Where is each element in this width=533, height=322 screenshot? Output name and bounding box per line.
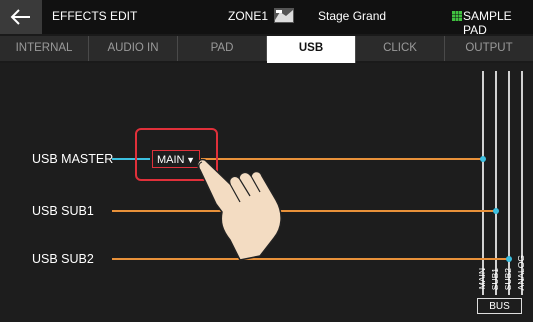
kit-image-icon bbox=[274, 8, 294, 23]
bus-label-sub1: SUB1 bbox=[490, 268, 500, 291]
tab-bar: INTERNAL AUDIO IN PAD USB CLICK OUTPUT bbox=[0, 36, 533, 63]
usb-sub2-node bbox=[506, 256, 512, 262]
pointing-hand-icon bbox=[197, 158, 282, 261]
row-label-usb-master: USB MASTER bbox=[32, 152, 114, 166]
zone-label: ZONE1 bbox=[228, 9, 269, 23]
grid-icon bbox=[452, 11, 462, 21]
back-arrow-icon bbox=[10, 9, 30, 25]
usb-master-node bbox=[480, 156, 486, 162]
row-label-usb-sub1: USB SUB1 bbox=[32, 204, 94, 218]
row-label-usb-sub2: USB SUB2 bbox=[32, 252, 94, 266]
tab-usb[interactable]: USB bbox=[267, 36, 356, 63]
tab-internal[interactable]: INTERNAL bbox=[0, 36, 89, 61]
back-button[interactable] bbox=[0, 0, 42, 34]
tab-click[interactable]: CLICK bbox=[356, 36, 445, 61]
tab-output[interactable]: OUTPUT bbox=[445, 36, 533, 61]
usb-sub1-node bbox=[493, 208, 499, 214]
bus-label-sub2: SUB2 bbox=[503, 268, 513, 291]
sample-pad-label: SAMPLE PAD bbox=[463, 9, 512, 37]
bus-label-box: BUS bbox=[477, 298, 522, 314]
kit-name: Stage Grand bbox=[318, 9, 387, 23]
screen-title: EFFECTS EDIT bbox=[52, 9, 138, 23]
top-bar: EFFECTS EDIT ZONE1 Stage Grand SAMPLE PA… bbox=[0, 0, 533, 37]
bus-label-main: MAIN bbox=[477, 268, 487, 290]
tab-pad[interactable]: PAD bbox=[178, 36, 267, 61]
bus-label-analog: ANALOG bbox=[516, 255, 526, 291]
tab-audio-in[interactable]: AUDIO IN bbox=[89, 36, 178, 61]
